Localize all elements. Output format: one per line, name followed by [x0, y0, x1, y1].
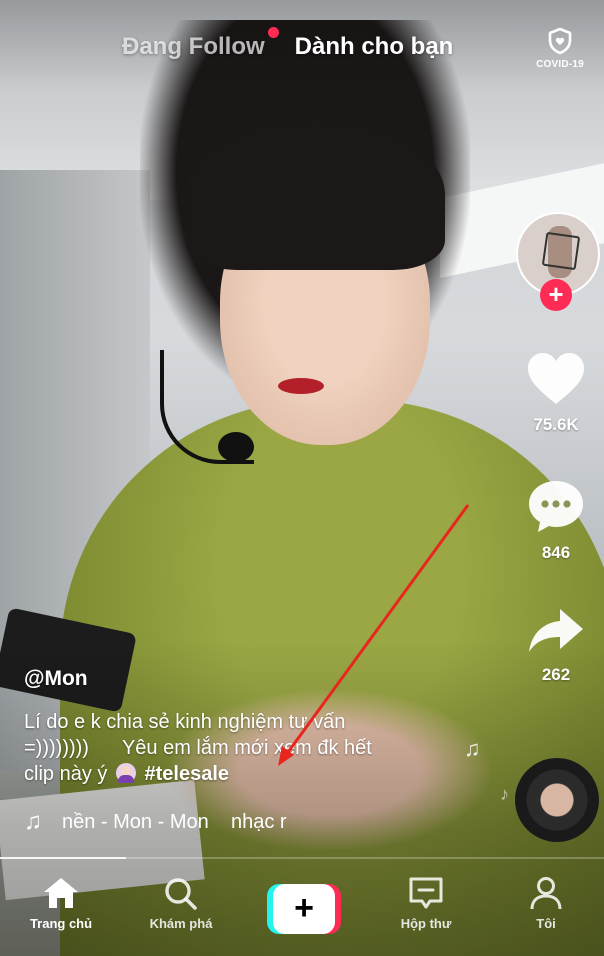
nav-home-label: Trang chủ	[29, 916, 93, 931]
caption-text: clip này ý	[24, 763, 108, 785]
comment-icon	[529, 481, 583, 532]
nav-inbox[interactable]: Hộp thư	[376, 876, 476, 931]
music-title: nền - Mon - Mon nhạc r	[62, 810, 287, 833]
covid-label: COVID-19	[536, 59, 584, 70]
home-icon	[44, 878, 78, 908]
nav-discover[interactable]: Khám phá	[131, 876, 231, 931]
headset-mic	[218, 432, 254, 462]
like-button[interactable]: 75.6K	[514, 352, 598, 435]
follow-button[interactable]: +	[540, 279, 572, 311]
woman-emoji-icon	[115, 763, 136, 783]
inbox-icon	[409, 877, 443, 909]
lips	[278, 378, 324, 394]
create-button[interactable]: +	[267, 884, 341, 934]
caption: Lí do e k chia sẻ kinh nghiệm tư vấn =))…	[24, 709, 464, 787]
nav-home[interactable]: Trang chủ	[11, 876, 111, 931]
comment-count: 846	[541, 543, 571, 562]
avatar-tattoo	[541, 231, 581, 271]
nav-discover-label: Khám phá	[149, 916, 213, 931]
share-arrow-icon	[529, 609, 583, 652]
nav-profile-label: Tôi	[536, 916, 556, 931]
nav-inbox-label: Hộp thư	[400, 916, 452, 931]
plus-icon: +	[273, 884, 335, 934]
music-disc[interactable]	[515, 758, 599, 842]
nav-profile[interactable]: Tôi	[496, 876, 596, 931]
profile-icon	[530, 877, 562, 910]
tab-for-you[interactable]: Dành cho bạn	[295, 33, 454, 61]
notification-dot	[267, 27, 279, 38]
music-note-icon: ♫	[464, 736, 481, 761]
music-note-icon: ♫	[24, 808, 42, 835]
heart-icon	[528, 353, 584, 404]
tab-following[interactable]: Đang Follow	[122, 27, 279, 61]
music-note-icon: ♪	[500, 784, 509, 804]
hashtag-link[interactable]: #telesale	[145, 763, 230, 785]
username[interactable]: @Mon	[24, 667, 88, 691]
covid-button[interactable]: COVID-19	[530, 27, 590, 70]
tab-following-label: Đang Follow	[122, 33, 265, 60]
caption-line: Lí do e k chia sẻ kinh nghiệm tư vấn	[24, 711, 346, 733]
search-icon	[165, 878, 197, 910]
video-progress-track	[126, 857, 604, 859]
like-count: 75.6K	[533, 415, 579, 434]
music-ticker[interactable]: ♫ nền - Mon - Mon nhạc r	[24, 808, 287, 836]
video-progress	[0, 857, 126, 859]
caption-line-3: clip này ý #telesale	[24, 761, 464, 787]
caption-line: =)))))))) Yêu em lắm mới xem đk hết	[24, 737, 372, 759]
share-count: 262	[541, 665, 571, 684]
shield-icon	[548, 27, 572, 55]
feed-tabs: Đang Follow Dành cho bạn	[122, 27, 454, 61]
share-button[interactable]: 262	[514, 606, 598, 685]
bangs	[185, 120, 445, 270]
comment-button[interactable]: 846	[514, 478, 598, 563]
